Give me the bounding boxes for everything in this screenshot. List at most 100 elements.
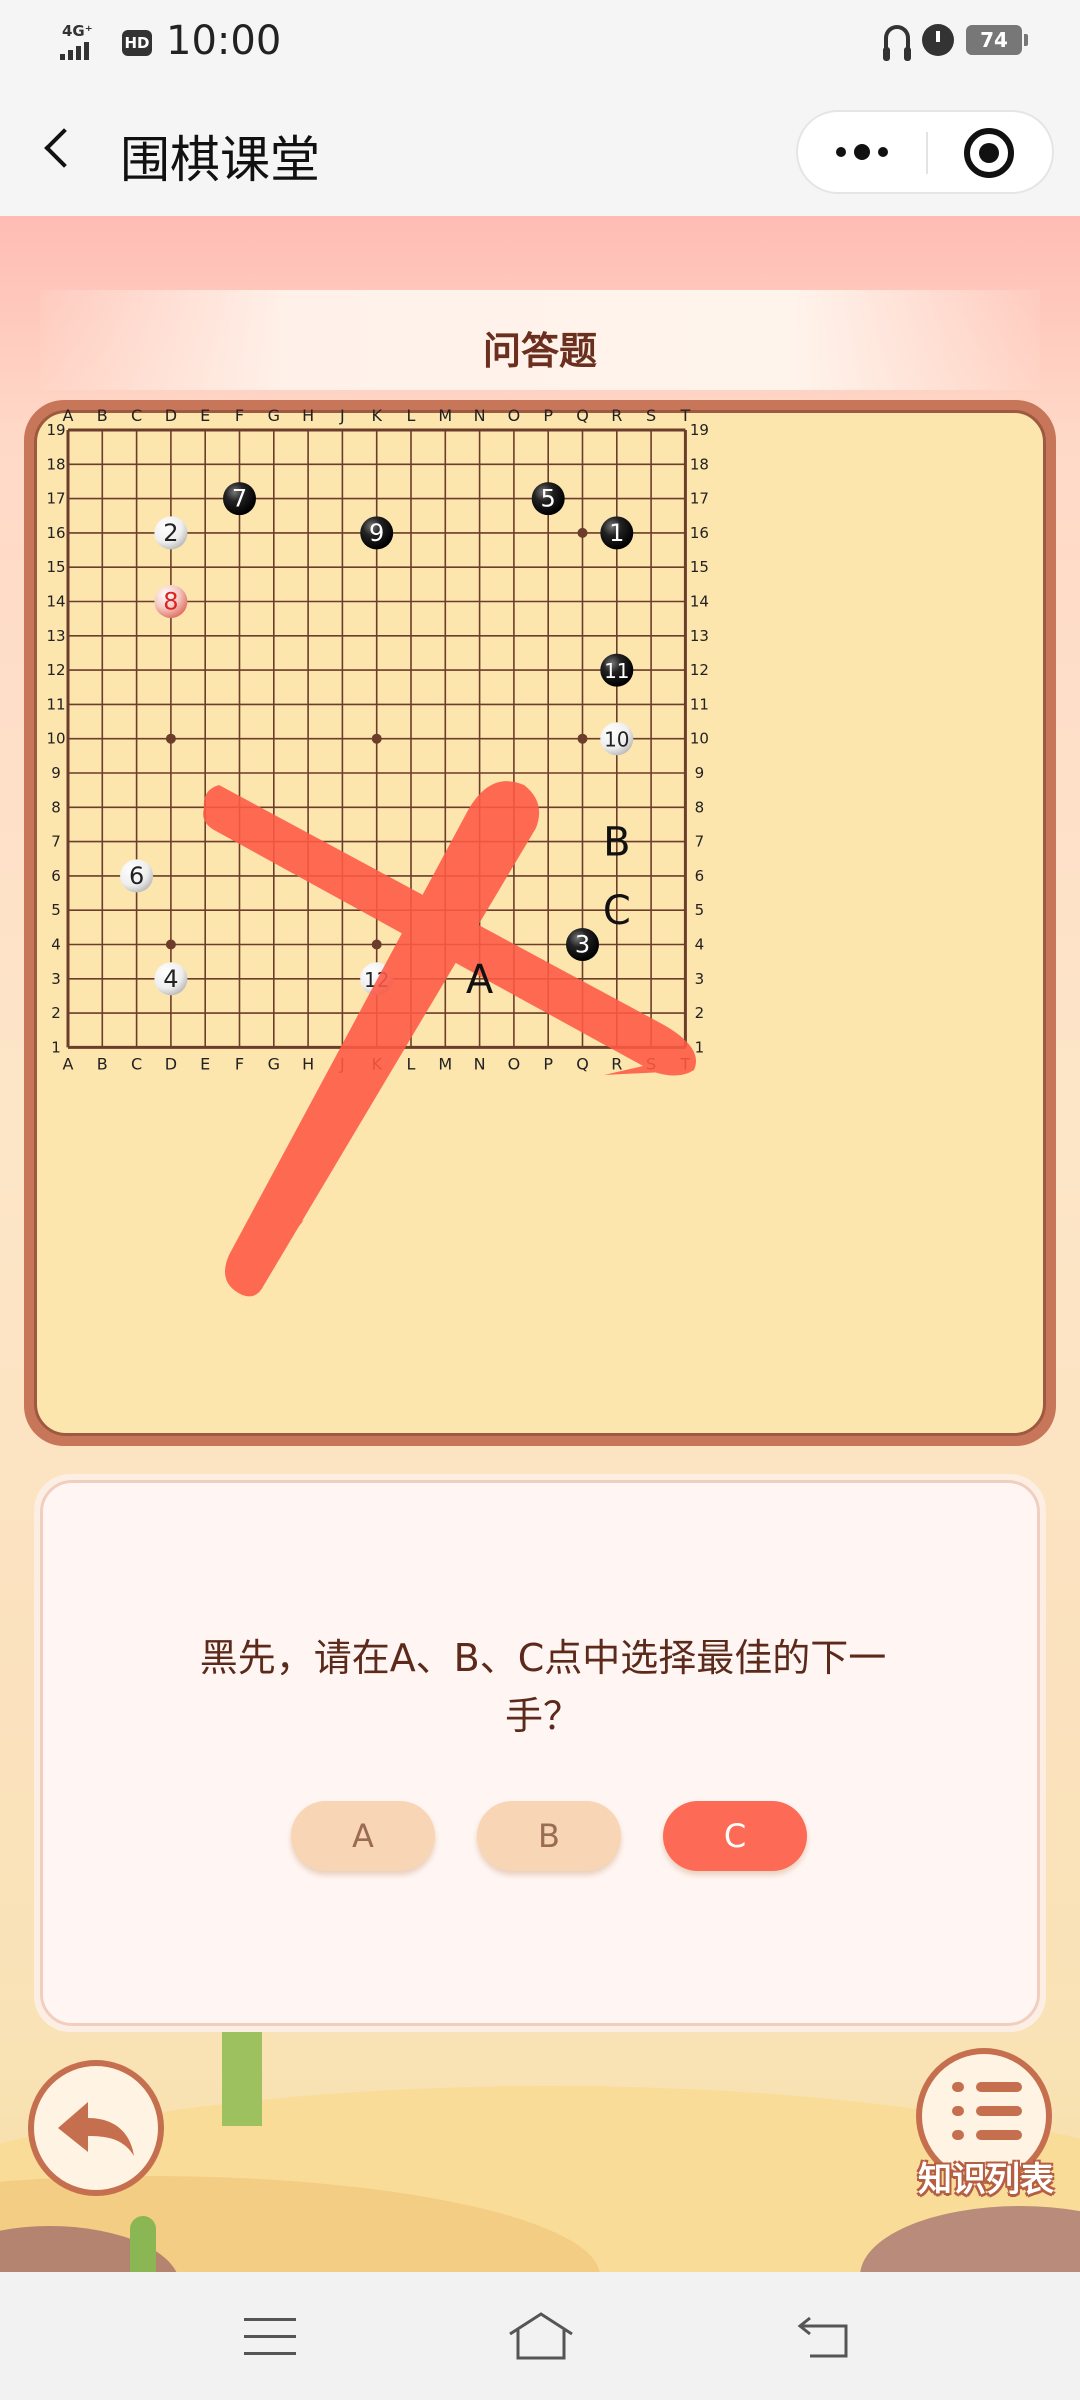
stone-number: 4 xyxy=(163,965,178,993)
row-label: 4 xyxy=(51,936,61,954)
column-label: M xyxy=(438,1054,452,1073)
column-label: K xyxy=(371,406,382,425)
row-label: 3 xyxy=(695,970,705,988)
column-label: F xyxy=(235,406,244,425)
row-label: 9 xyxy=(51,764,61,782)
row-label: 15 xyxy=(690,558,709,576)
column-label: H xyxy=(302,406,314,425)
network-type: 4G⁺ xyxy=(62,22,93,40)
column-label: L xyxy=(407,406,416,425)
column-label: F xyxy=(235,1054,244,1073)
row-label: 18 xyxy=(690,455,709,473)
question-panel: 黑先，请在A、B、C点中选择最佳的下一手？ A B C xyxy=(34,1474,1046,2032)
row-label: 14 xyxy=(690,593,709,611)
column-label: C xyxy=(131,1054,142,1073)
signal-icon: 4G⁺ xyxy=(60,22,112,62)
row-label: 13 xyxy=(46,627,65,645)
column-label: G xyxy=(268,1054,280,1073)
column-label: Q xyxy=(576,1054,589,1073)
row-label: 5 xyxy=(695,901,705,919)
row-label: 10 xyxy=(46,730,65,748)
column-label: B xyxy=(97,1054,108,1073)
system-nav-bar xyxy=(0,2272,1080,2400)
status-bar: 4G⁺ HD 10:00 74 xyxy=(0,0,1080,86)
question-text: 黑先，请在A、B、C点中选择最佳的下一手？ xyxy=(199,1636,887,1738)
row-label: 2 xyxy=(695,1004,705,1022)
option-a-button[interactable]: A xyxy=(291,1801,435,1871)
column-label: M xyxy=(438,406,452,425)
column-label: E xyxy=(200,406,210,425)
candidate-mark-b: B xyxy=(603,820,630,866)
back-chevron-icon[interactable] xyxy=(36,120,86,180)
nav-bar: 围棋课堂 xyxy=(0,86,1080,216)
close-target-icon[interactable] xyxy=(964,128,1014,178)
knowledge-list-label[interactable]: 知识列表 xyxy=(912,2152,1060,2201)
candidate-mark-c: C xyxy=(603,888,631,934)
row-label: 19 xyxy=(690,421,709,439)
column-label: Q xyxy=(576,406,589,425)
row-label: 15 xyxy=(46,558,65,576)
column-label: R xyxy=(611,406,622,425)
star-point xyxy=(371,733,382,744)
column-label: P xyxy=(543,406,553,425)
column-label: O xyxy=(508,406,521,425)
status-time: 10:00 xyxy=(166,18,282,64)
row-label: 11 xyxy=(690,695,709,713)
row-label: 3 xyxy=(51,970,61,988)
menu-icon[interactable] xyxy=(244,2318,296,2358)
go-board-canvas[interactable]: AABBCCDDEEFFGGHHJJKKLLMMNNOOPPQQRRSSTT19… xyxy=(24,400,1056,1446)
undo-button[interactable] xyxy=(28,2060,164,2196)
row-label: 11 xyxy=(46,695,65,713)
stone-number: 2 xyxy=(163,519,178,547)
more-dots-icon[interactable] xyxy=(798,112,926,192)
column-label: N xyxy=(474,1054,486,1073)
row-label: 16 xyxy=(46,524,65,542)
row-label: 6 xyxy=(51,867,61,885)
candidate-mark-a: A xyxy=(466,957,494,1003)
alarm-icon xyxy=(922,24,954,56)
row-label: 9 xyxy=(695,764,705,782)
stone-number: 1 xyxy=(609,519,624,547)
row-label: 7 xyxy=(695,833,705,851)
column-label: O xyxy=(508,1054,521,1073)
stone-number: 3 xyxy=(575,931,590,959)
row-label: 18 xyxy=(46,455,65,473)
row-label: 2 xyxy=(51,1004,61,1022)
section-header: 问答题 xyxy=(40,290,1040,390)
home-icon[interactable] xyxy=(506,2308,576,2364)
stone-number: 10 xyxy=(604,728,629,752)
column-label: D xyxy=(165,1054,177,1073)
stone-number: 6 xyxy=(129,862,144,890)
row-label: 12 xyxy=(46,661,65,679)
row-label: 8 xyxy=(695,798,705,816)
column-label: P xyxy=(543,1054,553,1073)
star-point xyxy=(371,939,382,950)
star-point xyxy=(165,939,176,950)
list-icon xyxy=(952,2082,1022,2154)
row-label: 17 xyxy=(46,490,65,508)
option-c-button[interactable]: C xyxy=(663,1801,807,1871)
cactus-icon xyxy=(130,2216,156,2272)
row-label: 19 xyxy=(46,421,65,439)
row-label: 1 xyxy=(695,1038,705,1056)
capsule-divider xyxy=(926,132,928,174)
stone-number: 11 xyxy=(604,659,629,683)
row-label: 10 xyxy=(690,730,709,748)
column-label: L xyxy=(407,1054,416,1073)
row-label: 7 xyxy=(51,833,61,851)
column-label: S xyxy=(646,406,656,425)
column-label: A xyxy=(63,1054,74,1073)
column-label: B xyxy=(97,406,108,425)
row-label: 16 xyxy=(690,524,709,542)
row-label: 13 xyxy=(690,627,709,645)
column-label: R xyxy=(611,1054,622,1073)
star-point xyxy=(577,733,588,744)
section-title: 问答题 xyxy=(482,329,597,373)
option-b-button[interactable]: B xyxy=(477,1801,621,1871)
row-label: 14 xyxy=(46,593,65,611)
back-icon[interactable] xyxy=(796,2312,852,2360)
battery-icon: 74 xyxy=(966,25,1028,55)
row-label: 6 xyxy=(695,867,705,885)
hd-icon: HD xyxy=(122,30,152,56)
stone-number: 8 xyxy=(163,588,178,616)
